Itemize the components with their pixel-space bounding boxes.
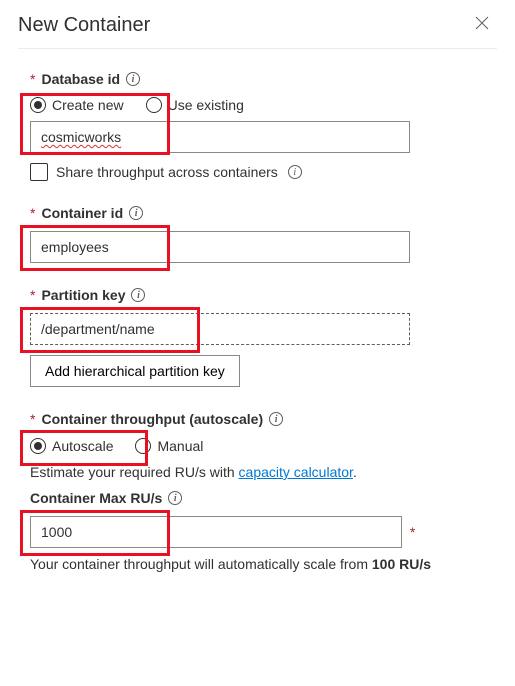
throughput-mode-radios: Autoscale Manual xyxy=(30,438,203,454)
close-button[interactable] xyxy=(467,12,497,38)
capacity-calculator-link[interactable]: capacity calculator xyxy=(239,464,353,480)
autoscale-radio[interactable]: Autoscale xyxy=(30,438,113,454)
add-hierarchical-partition-button[interactable]: Add hierarchical partition key xyxy=(30,355,240,387)
partition-key-input[interactable] xyxy=(30,313,410,345)
container-id-group: * Container id i xyxy=(18,205,497,263)
radio-icon xyxy=(30,97,46,113)
info-icon[interactable]: i xyxy=(288,165,302,179)
radio-icon xyxy=(135,438,151,454)
radio-icon xyxy=(146,97,162,113)
max-ru-label: Container Max RU/s i xyxy=(30,490,497,506)
share-throughput-label: Share throughput across containers xyxy=(56,164,278,180)
container-id-input[interactable] xyxy=(30,231,410,263)
info-icon[interactable]: i xyxy=(131,288,145,302)
info-icon[interactable]: i xyxy=(269,412,283,426)
database-id-input[interactable]: cosmicworks xyxy=(30,121,410,153)
throughput-group: * Container throughput (autoscale) i Aut… xyxy=(18,411,497,572)
max-ru-input[interactable] xyxy=(30,516,402,548)
close-icon xyxy=(475,16,489,30)
throughput-label: * Container throughput (autoscale) i xyxy=(30,411,497,427)
manual-radio[interactable]: Manual xyxy=(135,438,203,454)
info-icon[interactable]: i xyxy=(129,206,143,220)
radio-icon xyxy=(30,438,46,454)
use-existing-radio[interactable]: Use existing xyxy=(146,97,244,113)
partition-key-label: * Partition key i xyxy=(30,287,497,303)
partition-key-group: * Partition key i Add hierarchical parti… xyxy=(18,287,497,387)
create-new-radio[interactable]: Create new xyxy=(30,97,124,113)
database-id-group: * Database id i Create new Use existing … xyxy=(18,71,497,181)
share-throughput-checkbox[interactable] xyxy=(30,163,48,181)
container-id-label: * Container id i xyxy=(30,205,497,221)
new-container-panel: New Container * Database id i Create new… xyxy=(0,0,515,614)
share-throughput-row: Share throughput across containers i xyxy=(30,163,497,181)
info-icon[interactable]: i xyxy=(126,72,140,86)
info-icon[interactable]: i xyxy=(168,491,182,505)
panel-header: New Container xyxy=(18,12,497,49)
panel-title: New Container xyxy=(18,14,150,37)
throughput-footnote: Your container throughput will automatic… xyxy=(30,556,497,572)
database-id-label: * Database id i xyxy=(30,71,497,87)
database-mode-radios: Create new Use existing xyxy=(30,97,497,113)
estimate-helper: Estimate your required RU/s with capacit… xyxy=(30,464,497,480)
